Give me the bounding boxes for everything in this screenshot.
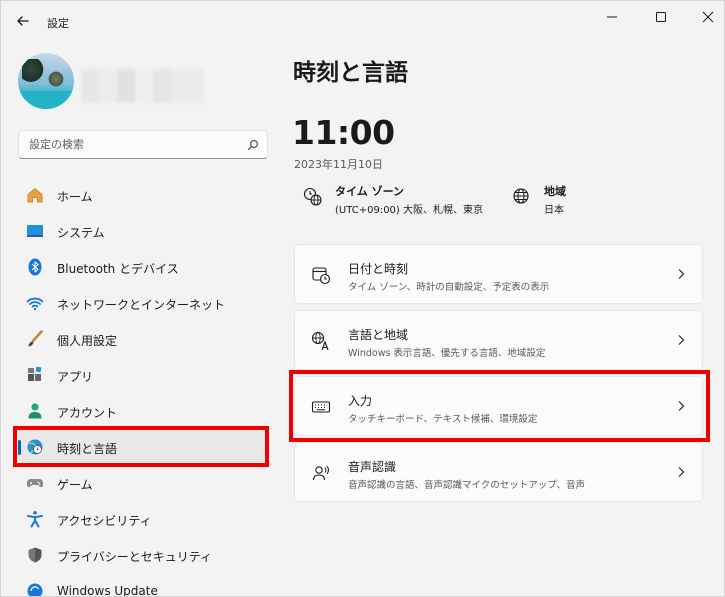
sidebar-item-label: 個人用設定 xyxy=(57,334,118,348)
sidebar-item-home[interactable]: ホーム xyxy=(18,178,268,212)
calendar-clock-icon xyxy=(312,267,331,285)
card-typing[interactable]: 入力 タッチキーボード、テキスト候補、環境設定 xyxy=(294,376,703,436)
sidebar-item-accounts[interactable]: アカウント xyxy=(18,394,268,428)
sidebar-item-label: プライバシーとセキュリティ xyxy=(57,550,213,564)
back-arrow-icon xyxy=(17,16,29,26)
sidebar-item-label: ネットワークとインターネット xyxy=(57,298,226,312)
page-title: 時刻と言語 xyxy=(293,60,408,86)
sidebar-item-gaming[interactable]: ゲーム xyxy=(18,466,268,500)
apps-icon xyxy=(28,366,42,381)
maximize-icon xyxy=(656,12,666,22)
username-redacted xyxy=(81,69,203,103)
language-icon xyxy=(311,331,329,351)
app-title: 設定 xyxy=(47,17,69,30)
card-subtitle: 音声認識の言語、音声認識マイクのセットアップ、音声 xyxy=(348,480,586,491)
region-value: 日本 xyxy=(544,205,564,216)
sidebar-item-label: アカウント xyxy=(57,406,118,420)
sidebar-item-windows-update[interactable]: Windows Update xyxy=(18,574,268,597)
close-icon xyxy=(702,11,714,23)
paintbrush-icon xyxy=(28,330,43,347)
globe-icon xyxy=(513,188,529,204)
globe-clock-icon xyxy=(303,187,322,206)
sidebar-item-label: アプリ xyxy=(57,370,94,384)
sidebar-item-label: Windows Update xyxy=(57,584,158,597)
back-button[interactable] xyxy=(11,9,35,33)
search-icon[interactable] xyxy=(247,139,259,151)
keyboard-icon xyxy=(311,401,331,413)
globe-clock-icon xyxy=(27,439,43,455)
card-title: 日付と時刻 xyxy=(348,262,409,276)
sidebar-item-label: Bluetooth とデバイス xyxy=(57,262,179,276)
card-subtitle: タッチキーボード、テキスト候補、環境設定 xyxy=(348,414,538,425)
sidebar-item-accessibility[interactable]: アクセシビリティ xyxy=(18,502,268,536)
chevron-right-icon xyxy=(678,401,685,411)
shield-icon xyxy=(28,547,42,563)
card-title: 言語と地域 xyxy=(348,328,409,342)
timezone-label: タイム ゾーン xyxy=(335,185,405,198)
bluetooth-icon xyxy=(28,258,42,276)
home-icon xyxy=(27,187,43,203)
accessibility-icon xyxy=(27,511,43,528)
sidebar-item-time-language[interactable]: 時刻と言語 xyxy=(18,430,268,464)
chevron-right-icon xyxy=(678,269,685,279)
wifi-icon xyxy=(26,297,44,311)
close-button[interactable] xyxy=(685,1,724,33)
card-title: 音声認識 xyxy=(348,460,397,474)
sidebar-item-privacy[interactable]: プライバシーとセキュリティ xyxy=(18,538,268,572)
person-icon xyxy=(28,403,42,419)
search-input[interactable] xyxy=(29,138,229,151)
region-label: 地域 xyxy=(544,185,566,198)
maximize-button[interactable] xyxy=(638,1,684,33)
settings-search-box[interactable] xyxy=(18,130,268,159)
sidebar-item-network[interactable]: ネットワークとインターネット xyxy=(18,286,268,320)
card-speech[interactable]: 音声認識 音声認識の言語、音声認識マイクのセットアップ、音声 xyxy=(294,442,703,502)
update-icon xyxy=(27,583,43,596)
card-date-time[interactable]: 日付と時刻 タイム ゾーン、時計の自動設定、予定表の表示 xyxy=(294,244,703,304)
settings-window: 設定 ホーム システム xyxy=(0,0,725,597)
sidebar-item-label: ゲーム xyxy=(57,478,93,492)
sidebar-item-system[interactable]: システム xyxy=(18,214,268,248)
current-time: 11:00 xyxy=(292,113,395,152)
user-avatar[interactable] xyxy=(18,53,74,109)
monitor-icon xyxy=(27,225,43,237)
sidebar-item-bluetooth[interactable]: Bluetooth とデバイス xyxy=(18,250,268,284)
sidebar-item-label: ホーム xyxy=(57,190,93,204)
title-bar: 設定 xyxy=(1,1,724,41)
sidebar-item-personalization[interactable]: 個人用設定 xyxy=(18,322,268,356)
timezone-info: タイム ゾーン (UTC+09:00) 大阪、札幌、東京 xyxy=(303,181,493,217)
card-subtitle: タイム ゾーン、時計の自動設定、予定表の表示 xyxy=(348,282,550,293)
speech-icon xyxy=(312,465,329,481)
gamepad-icon xyxy=(27,479,43,488)
chevron-right-icon xyxy=(678,467,685,477)
card-language-region[interactable]: 言語と地域 Windows 表示言語、優先する言語、地域設定 xyxy=(294,310,703,370)
current-date: 2023年11月10日 xyxy=(294,158,383,171)
card-subtitle: Windows 表示言語、優先する言語、地域設定 xyxy=(348,348,546,359)
sidebar-item-label: 時刻と言語 xyxy=(57,442,118,456)
minimize-icon xyxy=(607,16,617,18)
sidebar-item-label: アクセシビリティ xyxy=(57,514,152,528)
chevron-right-icon xyxy=(678,335,685,345)
sidebar-item-apps[interactable]: アプリ xyxy=(18,358,268,392)
card-title: 入力 xyxy=(348,394,373,408)
region-info: 地域 日本 xyxy=(512,181,632,217)
timezone-value: (UTC+09:00) 大阪、札幌、東京 xyxy=(335,205,484,216)
sidebar-item-label: システム xyxy=(57,226,105,240)
minimize-button[interactable] xyxy=(589,1,635,33)
